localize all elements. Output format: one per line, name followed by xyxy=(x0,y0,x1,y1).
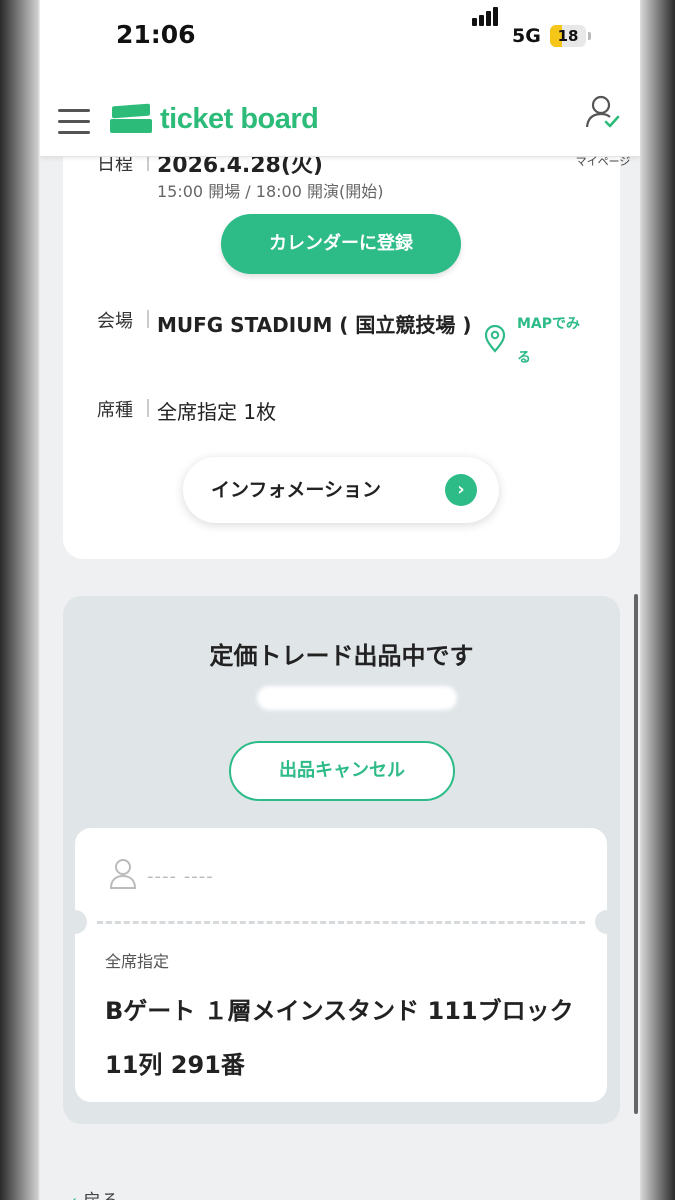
battery-tip xyxy=(588,32,591,40)
battery-level: 18 xyxy=(557,27,579,45)
mypage-button[interactable]: マイページ xyxy=(568,95,638,168)
cancel-listing-button[interactable]: 出品キャンセル xyxy=(229,741,455,801)
network-label: 5G xyxy=(512,25,541,47)
ticket-notch xyxy=(63,910,87,934)
seat-type: 全席指定 1枚 xyxy=(157,400,277,424)
logo-ticket-icon xyxy=(110,103,154,135)
ticket-seat-type: 全席指定 xyxy=(105,952,170,971)
battery-icon: 18 xyxy=(550,25,586,47)
logo-text[interactable]: ticket board xyxy=(160,103,319,136)
event-info-card: 日程 2026.4.28(火) 15:00 開場 / 18:00 開演(開始) … xyxy=(63,157,620,559)
ticket-notch xyxy=(595,910,619,934)
ticket-seat-detail: Bゲート １層メインスタンド 111ブロック 11列 291番 xyxy=(105,997,574,1079)
event-times: 15:00 開場 / 18:00 開演(開始) xyxy=(157,182,384,201)
venue-label: 会場 xyxy=(97,311,133,332)
user-icon xyxy=(109,859,137,889)
divider xyxy=(147,310,149,328)
event-date: 2026.4.28(火) xyxy=(157,157,323,178)
ticket-card: ---- ---- 全席指定 Bゲート １層メインスタンド 111ブロック 11… xyxy=(63,828,619,1102)
map-pin-icon[interactable] xyxy=(483,325,507,353)
venue-name: MUFG STADIUM ( 国立競技場 ) xyxy=(157,313,472,337)
redacted-area xyxy=(257,686,457,710)
information-label: インフォメーション xyxy=(211,479,382,501)
chevron-left-icon: ‹ xyxy=(70,1191,83,1200)
information-button[interactable]: インフォメーション › xyxy=(183,457,499,523)
app-header: ticket board マイページ xyxy=(40,75,640,168)
status-bar: 21:06 5G 18 xyxy=(40,0,640,75)
map-link[interactable]: MAPでみる xyxy=(517,307,593,375)
back-link[interactable]: ‹ 戻る xyxy=(70,1187,119,1200)
chevron-right-icon: › xyxy=(445,474,477,506)
ticket-holder-name: ---- ---- xyxy=(147,866,214,887)
phone-screen: 21:06 5G 18 ticket board マイページ 日程 2026.4… xyxy=(40,0,640,1200)
trade-panel: 定価トレード出品中です 出品キャンセル ---- ---- 全席指定 Bゲート … xyxy=(63,596,620,1124)
scrollbar[interactable] xyxy=(634,594,638,1114)
divider xyxy=(147,157,149,171)
hamburger-menu-icon[interactable] xyxy=(58,109,90,135)
status-time: 21:06 xyxy=(116,20,196,49)
add-to-calendar-button[interactable]: カレンダーに登録 xyxy=(221,214,461,274)
trade-status-title: 定価トレード出品中です xyxy=(209,642,474,670)
seat-label: 席種 xyxy=(97,400,133,421)
mypage-label: マイページ xyxy=(575,155,631,168)
back-label: 戻る xyxy=(83,1191,119,1200)
ticket-divider xyxy=(97,921,585,924)
main-content: 日程 2026.4.28(火) 15:00 開場 / 18:00 開演(開始) … xyxy=(40,157,640,1200)
user-check-icon xyxy=(586,95,620,128)
date-label: 日程 xyxy=(97,157,133,175)
divider xyxy=(147,399,149,417)
